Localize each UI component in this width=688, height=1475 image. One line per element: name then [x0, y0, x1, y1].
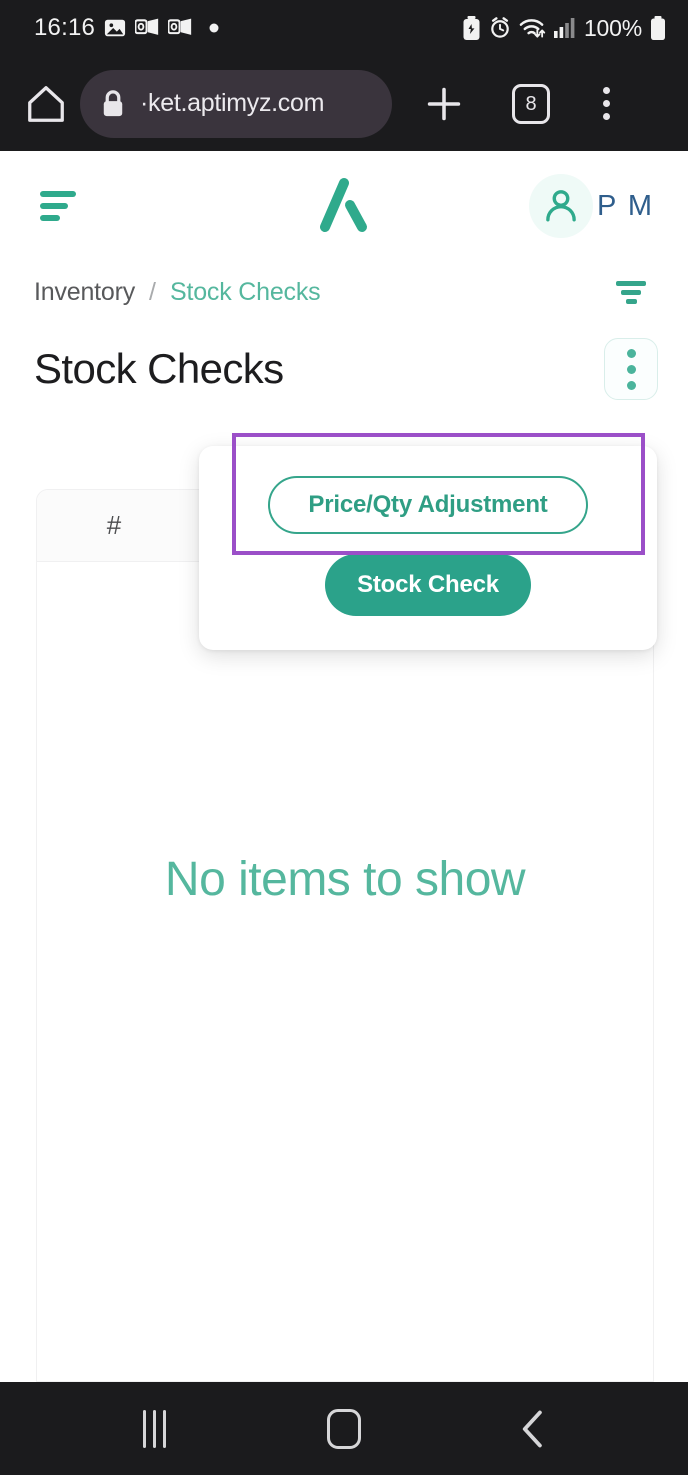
kebab-dot [626, 364, 636, 374]
page-actions-button[interactable] [604, 338, 658, 400]
recents-bar [163, 1409, 167, 1448]
hamburger-line [40, 215, 60, 221]
filter-bar [616, 280, 646, 286]
price-qty-adjustment-button[interactable]: Price/Qty Adjustment [268, 476, 588, 534]
battery-icon [651, 16, 665, 40]
kebab-dot [602, 100, 610, 107]
avatar [528, 174, 593, 238]
kebab-dot [602, 87, 610, 94]
home-icon [28, 85, 64, 122]
breadcrumb-item-stock-checks[interactable]: Stock Checks [170, 278, 321, 307]
home-button[interactable] [299, 1394, 389, 1464]
logo-icon [320, 178, 367, 232]
kebab-dot [626, 348, 636, 358]
filter-bar [621, 289, 641, 295]
user-menu[interactable]: P M [528, 174, 658, 238]
empty-state-message: No items to show [164, 853, 526, 906]
status-bar-right: 100% [462, 15, 666, 42]
breadcrumb-item-inventory[interactable]: Inventory [34, 278, 135, 307]
alarm-icon [491, 17, 509, 38]
user-initials: P M [596, 189, 654, 222]
signal-icon [553, 18, 575, 38]
breadcrumb-separator: / [149, 277, 156, 306]
hamburger-icon[interactable] [40, 188, 84, 224]
android-navigation-bar [0, 1382, 688, 1475]
browser-toolbar: ·ket.aptimyz.com 8 [0, 56, 688, 151]
status-bar: 16:16 100% [0, 0, 688, 56]
outlook-icon [168, 18, 192, 35]
breadcrumb: Inventory / Stock Checks [0, 261, 688, 323]
actions-dropdown-menu: Price/Qty Adjustment Stock Check [199, 446, 657, 650]
hamburger-line [40, 191, 76, 197]
stock-check-button[interactable]: Stock Check [325, 554, 531, 616]
back-button[interactable] [488, 1394, 578, 1464]
lock-icon [103, 89, 123, 116]
url-bar[interactable]: ·ket.aptimyz.com [80, 69, 392, 138]
status-clock: 16:16 [34, 14, 96, 41]
aptimyz-logo[interactable] [313, 177, 375, 235]
home-square-icon [326, 1408, 361, 1449]
page-title-row: Stock Checks [0, 323, 688, 415]
browser-menu-button[interactable] [578, 76, 634, 132]
status-bar-left: 16:16 [34, 14, 220, 42]
filter-bar [625, 298, 637, 304]
phone-screen: 16:16 100% ·ket.aptimyz.com 8 P M Invent… [0, 0, 688, 1475]
kebab-dot [626, 380, 636, 390]
filter-icon[interactable] [614, 278, 648, 306]
recents-bar [143, 1409, 147, 1448]
url-text: ·ket.aptimyz.com [140, 89, 325, 117]
tab-count-label: 8 [525, 92, 537, 115]
web-page-content: P M Inventory / Stock Checks Stock Check… [0, 151, 688, 1382]
page-title: Stock Checks [34, 345, 284, 392]
outlook-icon [135, 18, 159, 35]
recents-icon [143, 1409, 167, 1448]
tab-switcher-button[interactable]: 8 [502, 75, 560, 133]
app-header: P M [0, 151, 688, 261]
new-tab-button[interactable] [414, 74, 474, 134]
kebab-dot [602, 113, 610, 120]
user-icon [546, 190, 576, 222]
battery-percent-label: 100% [583, 14, 642, 41]
recents-button[interactable] [110, 1394, 200, 1464]
dot-icon [209, 23, 219, 33]
browser-home-button[interactable] [20, 78, 72, 130]
plus-icon [427, 87, 461, 120]
battery-saver-icon [463, 16, 480, 40]
wifi-icon [519, 19, 546, 38]
recents-bar [153, 1409, 157, 1448]
chevron-left-icon [523, 1410, 543, 1447]
table-body: No items to show [37, 562, 653, 1381]
hamburger-line [40, 203, 68, 209]
column-header-index[interactable]: # [37, 510, 191, 541]
gallery-icon [104, 19, 126, 37]
tab-count-box: 8 [512, 83, 550, 124]
